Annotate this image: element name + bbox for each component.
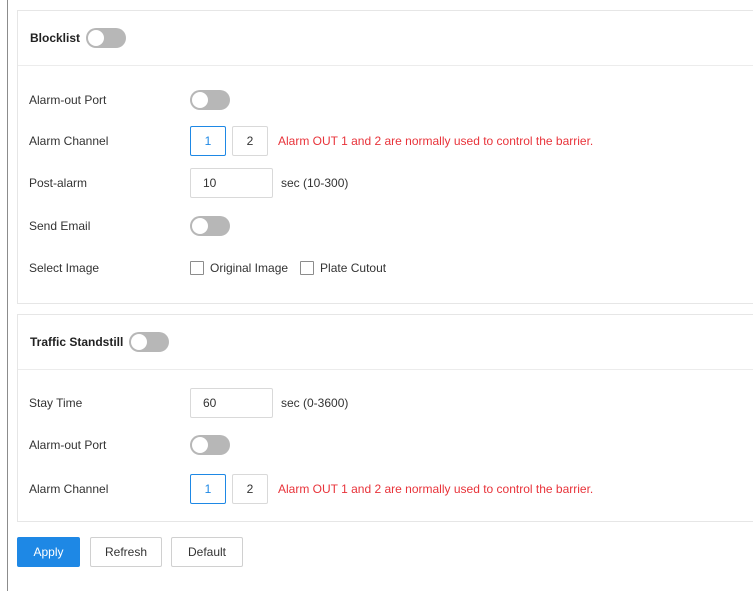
post-alarm-unit: sec (10-300) <box>281 176 349 190</box>
page-left-border <box>7 0 8 591</box>
blocklist-select-image-row: Select Image Original Image Plate Cutout <box>29 252 398 284</box>
toggle-knob <box>88 30 105 46</box>
blocklist-alarm-out-port-row: Alarm-out Port <box>29 84 230 116</box>
stay-time-input[interactable] <box>190 388 273 418</box>
checkbox-box <box>300 261 315 275</box>
plate-cutout-checkbox[interactable]: Plate Cutout <box>300 261 386 275</box>
alarm-out-port-label: Alarm-out Port <box>29 93 107 107</box>
stay-time-row: Stay Time sec (0-3600) <box>29 387 348 419</box>
channel-1-button[interactable]: 1 <box>190 126 226 156</box>
channel-note: Alarm OUT 1 and 2 are normally used to c… <box>278 482 594 496</box>
plate-cutout-label: Plate Cutout <box>320 261 387 275</box>
default-button[interactable]: Default <box>171 537 243 567</box>
blocklist-toggle[interactable] <box>86 28 127 48</box>
stay-time-unit: sec (0-3600) <box>281 396 349 410</box>
original-image-checkbox[interactable]: Original Image <box>190 261 288 275</box>
post-alarm-label: Post-alarm <box>29 176 88 190</box>
blocklist-send-email-row: Send Email <box>29 210 230 242</box>
channel-note: Alarm OUT 1 and 2 are normally used to c… <box>278 134 594 148</box>
select-image-label: Select Image <box>29 261 100 275</box>
channel-2-button[interactable]: 2 <box>232 126 268 156</box>
alarm-out-port-label: Alarm-out Port <box>29 438 107 452</box>
original-image-label: Original Image <box>210 261 289 275</box>
send-email-label: Send Email <box>29 219 91 233</box>
apply-button[interactable]: Apply <box>17 537 80 567</box>
toggle-knob <box>131 334 148 350</box>
traffic-alarm-out-port-toggle[interactable] <box>190 435 230 455</box>
post-alarm-input[interactable] <box>190 168 273 198</box>
send-email-toggle[interactable] <box>190 216 230 236</box>
alarm-channel-label: Alarm Channel <box>29 134 109 148</box>
traffic-standstill-title: Traffic Standstill <box>30 335 124 349</box>
checkbox-box <box>190 261 204 275</box>
blocklist-alarm-channel-row: Alarm Channel 1 2 Alarm OUT 1 and 2 are … <box>29 125 593 157</box>
blocklist-header: Blocklist <box>18 11 753 66</box>
toggle-knob <box>192 218 208 234</box>
blocklist-alarm-out-port-toggle[interactable] <box>190 90 230 110</box>
channel-1-button[interactable]: 1 <box>190 474 226 504</box>
traffic-standstill-toggle[interactable] <box>129 332 170 352</box>
channel-2-button[interactable]: 2 <box>232 474 268 504</box>
refresh-button[interactable]: Refresh <box>90 537 162 567</box>
traffic-alarm-channel-row: Alarm Channel 1 2 Alarm OUT 1 and 2 are … <box>29 473 593 505</box>
traffic-alarm-out-port-row: Alarm-out Port <box>29 429 230 461</box>
toggle-knob <box>192 92 208 108</box>
toggle-knob <box>192 437 208 453</box>
stay-time-label: Stay Time <box>29 396 83 410</box>
traffic-standstill-header: Traffic Standstill <box>18 315 753 370</box>
alarm-channel-label: Alarm Channel <box>29 482 109 496</box>
blocklist-post-alarm-row: Post-alarm sec (10-300) <box>29 167 348 199</box>
blocklist-title: Blocklist <box>30 31 81 45</box>
